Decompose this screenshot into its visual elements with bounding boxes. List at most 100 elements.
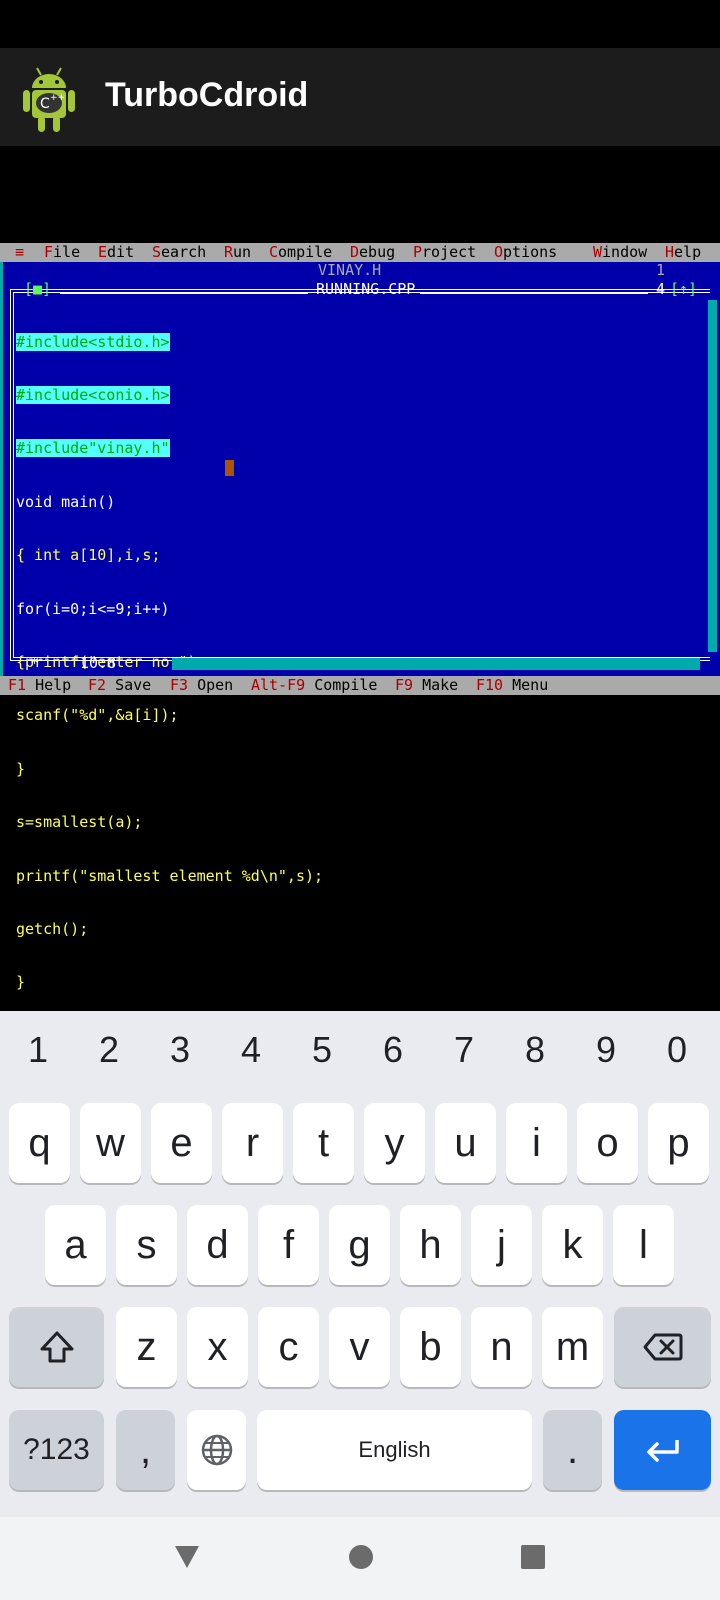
bg-window-number: 1 <box>656 261 666 279</box>
menu-window[interactable]: Window <box>593 243 647 262</box>
soft-keyboard: 1 2 3 4 5 6 7 8 9 0 q w e r t y u i o p … <box>0 1011 720 1517</box>
back-icon[interactable] <box>172 1541 202 1571</box>
key-c[interactable]: c <box>258 1307 319 1387</box>
key-8[interactable]: 8 <box>505 1029 565 1071</box>
title-line-right <box>420 289 648 294</box>
menu-project[interactable]: Project <box>413 243 476 262</box>
navigation-bar <box>0 1517 720 1600</box>
code-line: #include"vinay.h" <box>16 439 170 458</box>
key-b[interactable]: b <box>400 1307 461 1387</box>
window-title: RUNNING.CPP <box>316 280 416 298</box>
key-v[interactable]: v <box>329 1307 390 1387</box>
key-r[interactable]: r <box>222 1103 283 1183</box>
key-3[interactable]: 3 <box>150 1029 210 1071</box>
key-m[interactable]: m <box>542 1307 603 1387</box>
status-bar <box>0 0 720 48</box>
key-a[interactable]: a <box>45 1205 106 1285</box>
menu-file[interactable]: File <box>44 243 80 262</box>
window-close-button[interactable]: [■] <box>24 280 51 298</box>
code-line: { int a[10],i,s; <box>16 546 161 565</box>
code-line: printf("smallest element %d\n",s); <box>16 866 324 885</box>
svg-text:++: ++ <box>50 93 65 103</box>
key-e[interactable]: e <box>151 1103 212 1183</box>
code-line: s=smallest(a); <box>16 813 143 832</box>
menu-search[interactable]: Search <box>152 243 206 262</box>
code-line: #include<stdio.h> <box>16 332 170 351</box>
key-u[interactable]: u <box>435 1103 496 1183</box>
menu-options[interactable]: Options <box>494 243 557 262</box>
enter-icon <box>646 1440 679 1462</box>
key-0[interactable]: 0 <box>647 1029 707 1071</box>
menu-edit[interactable]: Edit <box>98 243 134 262</box>
code-line: } <box>16 759 26 778</box>
code-line: } <box>16 973 26 992</box>
fkey-menu[interactable]: F10 Menu <box>476 676 548 695</box>
recents-icon[interactable] <box>520 1544 546 1570</box>
menu-compile[interactable]: Compile <box>269 243 332 262</box>
space-bar[interactable]: English <box>257 1410 532 1490</box>
menu-debug[interactable]: Debug <box>350 243 395 262</box>
key-1[interactable]: 1 <box>8 1029 68 1071</box>
key-z[interactable]: z <box>116 1307 177 1387</box>
fkey-save[interactable]: F2 Save <box>88 676 151 695</box>
fkey-compile[interactable]: Alt-F9 Compile <box>251 676 377 695</box>
key-n[interactable]: n <box>471 1307 532 1387</box>
app-bar: C ++ TurboCdroid <box>0 48 720 146</box>
editor-status-row: * 10:8 <box>8 655 714 671</box>
bg-window-edge <box>0 262 3 676</box>
key-x[interactable]: x <box>187 1307 248 1387</box>
text-cursor <box>225 460 234 476</box>
window-zoom-button[interactable]: [↑] <box>670 280 697 298</box>
app-title: TurboCdroid <box>105 76 309 114</box>
key-q[interactable]: q <box>9 1103 70 1183</box>
modified-indicator: * <box>30 654 40 672</box>
comma-key[interactable]: , <box>116 1410 175 1490</box>
fkey-open[interactable]: F3 Open <box>170 676 233 695</box>
ide-menu-bar: ≡ File Edit Search Run Compile Debug Pro… <box>0 243 720 262</box>
backspace-key[interactable] <box>614 1307 711 1387</box>
key-k[interactable]: k <box>542 1205 603 1285</box>
menu-run[interactable]: Run <box>224 243 251 262</box>
function-key-bar: F1 Help F2 Save F3 Open Alt-F9 Compile F… <box>0 676 720 695</box>
key-j[interactable]: j <box>471 1205 532 1285</box>
svg-text:C: C <box>40 96 50 112</box>
code-line: getch(); <box>16 919 89 938</box>
period-key[interactable]: . <box>543 1410 602 1490</box>
key-6[interactable]: 6 <box>363 1029 423 1071</box>
title-line-left <box>60 289 308 294</box>
bg-window-title[interactable]: VINAY.H <box>318 262 381 278</box>
code-line: #include<conio.h> <box>16 385 170 404</box>
fkey-make[interactable]: F9 Make <box>395 676 458 695</box>
key-9[interactable]: 9 <box>576 1029 636 1071</box>
android-app-icon: C ++ <box>23 67 75 132</box>
menu-help[interactable]: Help <box>665 243 701 262</box>
vertical-scrollbar[interactable] <box>708 300 717 652</box>
key-2[interactable]: 2 <box>79 1029 139 1071</box>
key-p[interactable]: p <box>648 1103 709 1183</box>
code-line: scanf("%d",&a[i]); <box>16 706 179 725</box>
language-key[interactable] <box>187 1410 246 1490</box>
key-h[interactable]: h <box>400 1205 461 1285</box>
key-w[interactable]: w <box>80 1103 141 1183</box>
key-i[interactable]: i <box>506 1103 567 1183</box>
key-d[interactable]: d <box>187 1205 248 1285</box>
home-icon[interactable] <box>348 1544 374 1570</box>
key-l[interactable]: l <box>613 1205 674 1285</box>
key-o[interactable]: o <box>577 1103 638 1183</box>
key-5[interactable]: 5 <box>292 1029 352 1071</box>
key-y[interactable]: y <box>364 1103 425 1183</box>
enter-key[interactable] <box>614 1410 711 1490</box>
key-g[interactable]: g <box>329 1205 390 1285</box>
shift-key[interactable] <box>9 1307 104 1387</box>
globe-icon <box>201 1434 232 1466</box>
key-t[interactable]: t <box>293 1103 354 1183</box>
fkey-help[interactable]: F1 Help <box>8 676 71 695</box>
key-7[interactable]: 7 <box>434 1029 494 1071</box>
key-s[interactable]: s <box>116 1205 177 1285</box>
key-f[interactable]: f <box>258 1205 319 1285</box>
symbols-key[interactable]: ?123 <box>9 1410 104 1490</box>
key-4[interactable]: 4 <box>221 1029 281 1071</box>
cursor-position: 10:8 <box>80 654 117 672</box>
menu-system[interactable]: ≡ <box>15 243 24 262</box>
code-editor[interactable]: #include<stdio.h> #include<conio.h> #inc… <box>16 298 323 1010</box>
